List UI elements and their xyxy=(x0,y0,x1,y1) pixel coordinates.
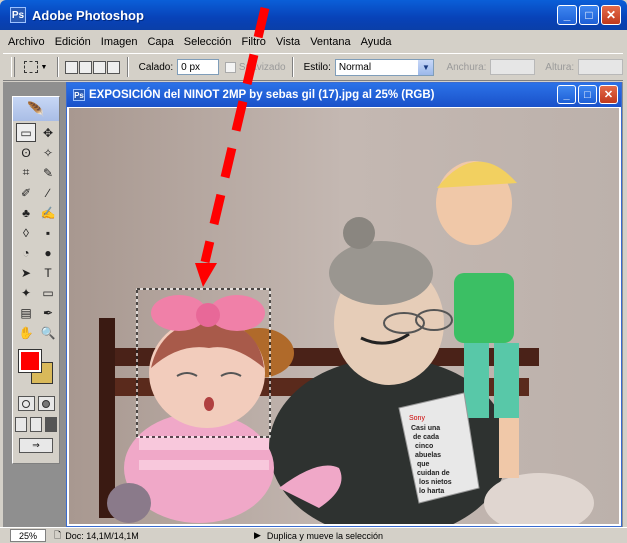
height-input[interactable] xyxy=(578,59,623,75)
image-canvas[interactable]: Sony Casi una de cada cinco abuelas que … xyxy=(69,108,619,524)
menu-vista[interactable]: Vista xyxy=(271,36,305,48)
shape-tool-icon[interactable]: ▭ xyxy=(38,283,58,302)
gradient-tool-icon[interactable]: ▪ xyxy=(38,223,58,242)
jump-to-imageready-button: ⇒ xyxy=(13,438,59,453)
full-screen-mode-icon[interactable] xyxy=(45,417,57,432)
crop-tool-icon[interactable]: ⌗ xyxy=(16,163,36,182)
toolbox: 🪶 ▭ ✥ ʘ ✧ ⌗ ✎ ✐ ∕ ♣ ✍ ◊ ▪ ◔ ● ➤ T ✦ ▭ ▤ … xyxy=(12,96,60,464)
notes-tool-icon[interactable]: ▤ xyxy=(16,303,36,322)
chevron-down-icon: ▼ xyxy=(40,63,48,71)
eyedropper-tool-icon[interactable]: ✒ xyxy=(38,303,58,322)
status-message: ▶ Duplica y mueve la selección xyxy=(254,530,383,541)
photoshop-logo-icon: Ps xyxy=(10,7,26,23)
width-input[interactable] xyxy=(490,59,536,75)
toolbox-header-feather-icon[interactable]: 🪶 xyxy=(13,97,59,121)
foreground-color-swatch[interactable] xyxy=(18,349,42,373)
menu-ventana[interactable]: Ventana xyxy=(305,36,355,48)
menu-ayuda[interactable]: Ayuda xyxy=(356,36,397,48)
title-bar[interactable]: Ps Adobe Photoshop _ □ ✕ xyxy=(0,0,627,30)
quick-mask-mode-icon[interactable] xyxy=(37,396,55,411)
photoshop-window: Ps Adobe Photoshop _ □ ✕ Archivo Edición… xyxy=(0,0,627,543)
style-select[interactable]: Normal ▼ xyxy=(334,58,435,76)
options-grip[interactable] xyxy=(11,57,15,77)
document-title-bar[interactable]: Ps EXPOSICIÓN del NINOT 2MP by sebas gil… xyxy=(67,83,621,107)
tool-preset-picker[interactable]: ▼ xyxy=(21,57,51,77)
blur-tool-icon[interactable]: ◔ xyxy=(16,243,36,262)
brush-tool-icon[interactable]: ∕ xyxy=(38,183,58,202)
subtract-selection-mode-icon[interactable] xyxy=(92,60,106,74)
app-title: Adobe Photoshop xyxy=(32,7,144,23)
intersect-selection-mode-icon[interactable] xyxy=(106,60,120,74)
full-screen-menu-mode-icon[interactable] xyxy=(30,417,42,432)
maximize-button[interactable]: □ xyxy=(579,5,599,25)
lasso-tool-icon[interactable]: ʘ xyxy=(16,143,36,162)
standard-mode-icon[interactable] xyxy=(17,396,35,411)
close-button[interactable]: ✕ xyxy=(601,5,621,25)
healing-brush-tool-icon[interactable]: ✐ xyxy=(16,183,36,202)
document-window: Ps EXPOSICIÓN del NINOT 2MP by sebas gil… xyxy=(66,82,622,527)
feather-label: Calado: xyxy=(138,61,174,73)
hand-tool-icon[interactable]: ✋ xyxy=(16,323,36,342)
doc-size-text: Doc: 14,1M/14,1M xyxy=(65,530,139,541)
status-bar: 25% 🗋 Doc: 14,1M/14,1M ▶ Duplica y mueve… xyxy=(0,527,627,543)
divider xyxy=(56,57,59,77)
zoom-field[interactable]: 25% xyxy=(10,529,46,542)
book-brand: Sony xyxy=(409,415,425,422)
style-value: Normal xyxy=(338,61,372,73)
play-arrow-icon: ▶ xyxy=(254,530,261,540)
eraser-tool-icon[interactable]: ◊ xyxy=(16,223,36,242)
style-label: Estilo: xyxy=(303,61,331,73)
path-selection-tool-icon[interactable]: ➤ xyxy=(16,263,36,282)
clone-stamp-tool-icon[interactable]: ♣ xyxy=(16,203,36,222)
options-bar: ▼ Calado: 0 px Suavizado Estilo: Normal … xyxy=(3,53,623,81)
slice-tool-icon[interactable]: ✎ xyxy=(38,163,58,182)
doc-minimize-button[interactable]: _ xyxy=(557,85,576,104)
marquee-tool-icon[interactable]: ▭ xyxy=(16,123,36,142)
standard-screen-mode-icon[interactable] xyxy=(15,417,27,432)
magic-wand-tool-icon[interactable]: ✧ xyxy=(38,143,58,162)
menu-seleccion[interactable]: Selección xyxy=(179,36,237,48)
move-tool-icon[interactable]: ✥ xyxy=(38,123,58,142)
minimize-button[interactable]: _ xyxy=(557,5,577,25)
photo-figurines-image: Sony Casi una de cada cinco abuelas que … xyxy=(69,108,619,524)
status-message-text: Duplica y mueve la selección xyxy=(266,530,383,541)
new-selection-mode-icon[interactable] xyxy=(64,60,78,74)
marquee-icon xyxy=(24,61,39,73)
pen-tool-icon[interactable]: ✦ xyxy=(16,283,36,302)
menu-edicion[interactable]: Edición xyxy=(50,36,96,48)
doc-close-button[interactable]: ✕ xyxy=(599,85,618,104)
height-label: Altura: xyxy=(545,61,575,73)
menu-capa[interactable]: Capa xyxy=(142,36,178,48)
tool-grid: ▭ ✥ ʘ ✧ ⌗ ✎ ✐ ∕ ♣ ✍ ◊ ▪ ◔ ● ➤ T ✦ ▭ ▤ ✒ … xyxy=(13,121,59,344)
screen-mode-buttons xyxy=(13,417,59,432)
menu-bar: Archivo Edición Imagen Capa Selección Fi… xyxy=(3,32,623,52)
menu-imagen[interactable]: Imagen xyxy=(96,36,143,48)
document-icon: Ps xyxy=(73,89,85,101)
mask-mode-buttons xyxy=(13,396,59,411)
document-info-icon: 🗋 xyxy=(54,529,62,540)
chevron-down-icon[interactable]: ▼ xyxy=(418,59,434,75)
feather-input[interactable]: 0 px xyxy=(177,59,219,75)
color-swatches xyxy=(13,348,59,390)
imageready-icon[interactable]: ⇒ xyxy=(19,438,53,453)
history-brush-tool-icon[interactable]: ✍ xyxy=(38,203,58,222)
doc-info[interactable]: 🗋 Doc: 14,1M/14,1M xyxy=(54,528,234,543)
divider xyxy=(126,57,129,77)
add-selection-mode-icon[interactable] xyxy=(78,60,92,74)
divider xyxy=(291,57,294,77)
type-tool-icon[interactable]: T xyxy=(38,263,58,282)
antialias-label: Suavizado xyxy=(238,61,286,73)
zoom-tool-icon[interactable]: 🔍 xyxy=(38,323,58,342)
menu-archivo[interactable]: Archivo xyxy=(3,36,50,48)
antialias-checkbox[interactable] xyxy=(224,61,236,73)
menu-filtro[interactable]: Filtro xyxy=(236,36,270,48)
width-label: Anchura: xyxy=(446,61,487,73)
doc-maximize-button[interactable]: □ xyxy=(578,85,597,104)
dodge-tool-icon[interactable]: ● xyxy=(38,243,58,262)
document-title: EXPOSICIÓN del NINOT 2MP by sebas gil (1… xyxy=(89,89,435,101)
